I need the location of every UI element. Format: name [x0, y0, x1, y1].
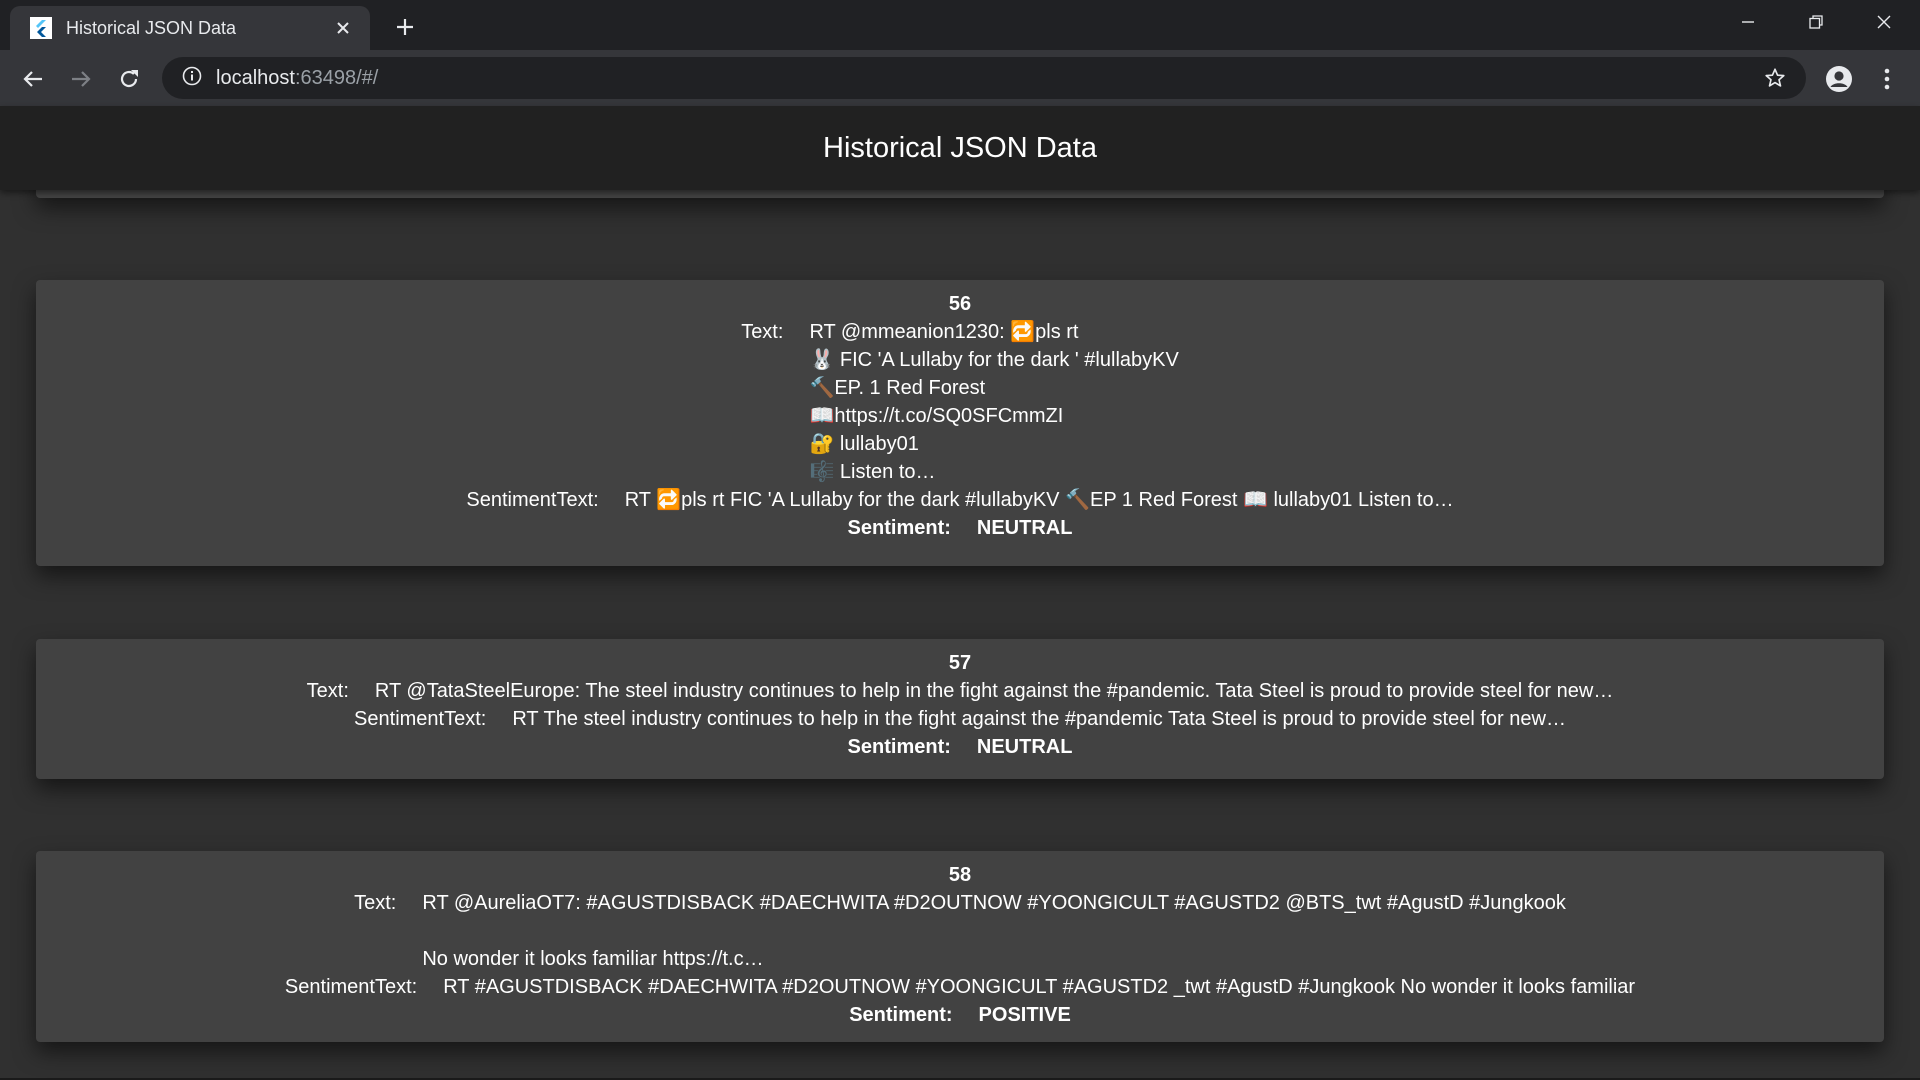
sentiment-value: NEUTRAL [976, 736, 1073, 758]
app-bar: Historical JSON Data [0, 106, 1920, 190]
url-path: :63498/#/ [294, 66, 379, 89]
text-label: Text: [306, 680, 349, 702]
reload-icon[interactable] [112, 62, 146, 96]
sentiment-text-label: SentimentText: [354, 708, 487, 730]
bookmark-star-icon[interactable] [1764, 67, 1786, 89]
sentiment-value: NEUTRAL [976, 517, 1073, 539]
tab-title: Historical JSON Data [66, 17, 237, 38]
record-sentiment-text-row: SentimentText: RT 🔁pls rt FIC 'A Lullaby … [36, 486, 1884, 514]
sentiment-value: POSITIVE [978, 1004, 1071, 1026]
record-sentiment-text: RT 🔁pls rt FIC 'A Lullaby for the dark #… [624, 489, 1454, 511]
record-sentiment-text-row: SentimentText: RT #AGUSTDISBACK #DAECHWIT… [36, 973, 1884, 1001]
record-sentiment-text: RT #AGUSTDISBACK #DAECHWITA #D2OUTNOW #Y… [443, 976, 1636, 998]
forward-arrow-icon[interactable] [64, 62, 98, 96]
page-title: Historical JSON Data [823, 131, 1097, 164]
sentiment-text-label: SentimentText: [466, 489, 599, 511]
flutter-favicon-icon [30, 17, 52, 39]
text-label: Text: [354, 892, 397, 914]
record-card: 57 Text: RT @TataSteelEurope: The steel i… [36, 639, 1884, 779]
record-card: 58 Text: RT @AureliaOT7: #AGUSTDISBACK #D… [36, 851, 1884, 1042]
record-sentiment-row: Sentiment: POSITIVE [36, 1001, 1884, 1029]
sentiment-text-label: SentimentText: [284, 976, 418, 998]
url-text: localhost:63498/#/ [216, 67, 378, 90]
kebab-menu-icon[interactable] [1872, 62, 1902, 96]
minimize-window-icon[interactable] [1714, 0, 1782, 44]
record-id: 58 [948, 864, 972, 886]
record-sentiment-text: RT The steel industry continues to help … [512, 708, 1566, 730]
restore-window-icon[interactable] [1782, 0, 1850, 44]
record-text: RT @AureliaOT7: #AGUSTDISBACK #DAECHWITA… [422, 892, 1566, 970]
browser-toolbar: localhost:63498/#/ [0, 50, 1920, 106]
record-sentiment-text-row: SentimentText: RT The steel industry cont… [36, 705, 1884, 733]
record-id: 56 [948, 293, 972, 315]
sentiment-label: Sentiment: [847, 517, 951, 539]
sentiment-label: Sentiment: [849, 1004, 953, 1026]
record-sentiment-row: Sentiment: NEUTRAL [36, 514, 1884, 542]
record-text-row: Text: RT @mmeanion1230: 🔁pls rt 🐰 FIC 'A … [36, 318, 1884, 486]
profile-avatar-icon[interactable] [1822, 62, 1856, 96]
sentiment-label: Sentiment: [847, 736, 951, 758]
records-list[interactable]: 56 Text: RT @mmeanion1230: 🔁pls rt 🐰 FIC … [0, 190, 1920, 1078]
record-id: 57 [948, 652, 972, 674]
site-info-icon[interactable] [182, 66, 202, 91]
new-tab-icon[interactable] [390, 12, 420, 42]
record-text-row: Text: RT @AureliaOT7: #AGUSTDISBACK #DAEC… [36, 889, 1884, 973]
record-card: 56 Text: RT @mmeanion1230: 🔁pls rt 🐰 FIC … [36, 280, 1884, 566]
record-text-row: Text: RT @TataSteelEurope: The steel indu… [36, 677, 1884, 705]
url-host: localhost [216, 66, 295, 89]
record-text: RT @TataSteelEurope: The steel industry … [374, 680, 1614, 702]
record-card-partial [36, 190, 1884, 198]
close-window-icon[interactable] [1850, 0, 1918, 44]
text-label: Text: [741, 321, 784, 343]
back-arrow-icon[interactable] [16, 62, 50, 96]
record-text: RT @mmeanion1230: 🔁pls rt 🐰 FIC 'A Lulla… [809, 321, 1179, 483]
address-bar[interactable]: localhost:63498/#/ [162, 57, 1806, 99]
browser-tab[interactable]: Historical JSON Data [10, 6, 370, 50]
close-tab-icon[interactable] [330, 15, 356, 41]
browser-tabstrip: Historical JSON Data [0, 0, 1920, 50]
record-sentiment-row: Sentiment: NEUTRAL [36, 733, 1884, 761]
